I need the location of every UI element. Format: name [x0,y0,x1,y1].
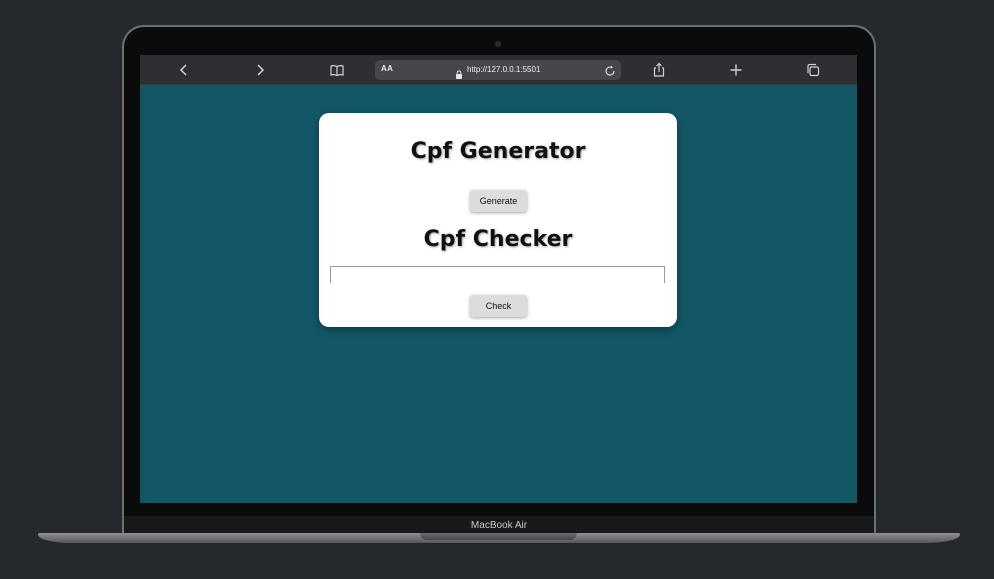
tabs-overview-icon[interactable] [805,62,821,78]
address-bar[interactable]: AA http://127.0.0.1:5501 [375,60,621,80]
checker-title: Cpf Checker [423,227,573,252]
share-icon[interactable] [651,62,667,78]
laptop-base-notch [420,533,577,540]
lock-icon [455,66,463,79]
reload-icon[interactable] [604,64,616,76]
reader-aa-button[interactable]: AA [381,64,393,73]
generate-button[interactable]: Generate [470,190,527,212]
forward-icon[interactable] [252,62,268,78]
browser-toolbar: AA http://127.0.0.1:5501 [140,55,857,85]
generator-title: Cpf Generator [410,139,586,164]
web-page: Cpf Generator Generate Cpf Checker Check [140,86,857,503]
bookmarks-icon[interactable] [329,62,345,78]
desktop-background: AA http://127.0.0.1:5501 Cpf Generator G… [0,0,994,579]
check-button[interactable]: Check [470,295,527,317]
camera-icon [495,41,501,47]
new-tab-icon[interactable] [728,62,744,78]
url-text: http://127.0.0.1:5501 [467,65,541,74]
model-label: MacBook Air [470,520,528,531]
back-icon[interactable] [176,62,192,78]
laptop-screen: AA http://127.0.0.1:5501 Cpf Generator G… [140,55,857,503]
cpf-card: Cpf Generator Generate Cpf Checker Check [319,113,677,327]
cpf-input[interactable] [330,266,665,283]
